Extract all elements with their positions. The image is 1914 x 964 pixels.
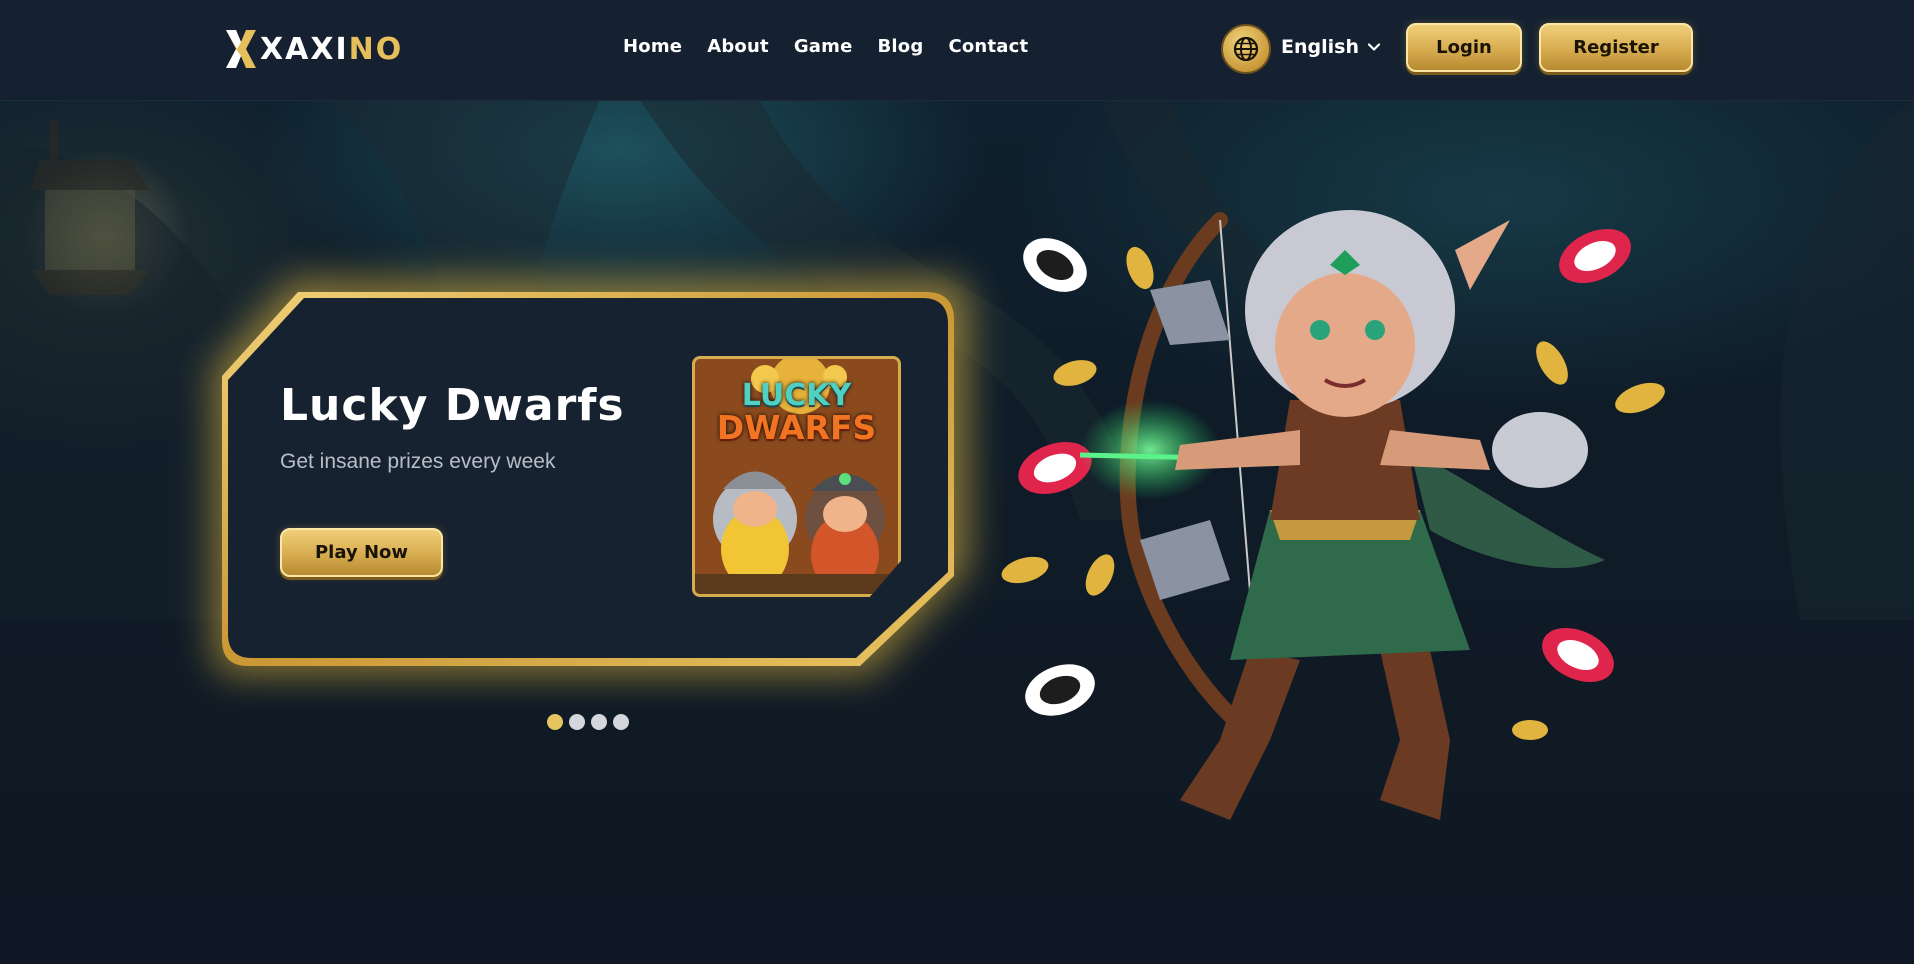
globe-icon-glyph [1233,36,1259,62]
promo-subtitle: Get insane prizes every week [280,450,556,473]
play-now-button[interactable]: Play Now [280,528,443,577]
nav-game[interactable]: Game [794,36,853,57]
carousel-dot-2[interactable] [569,714,585,730]
nav-about[interactable]: About [707,36,769,57]
brand-logo[interactable]: XAXINO [224,26,403,72]
nav-contact[interactable]: Contact [948,36,1028,57]
elf-archer-illustration [1001,210,1665,820]
register-button[interactable]: Register [1539,23,1693,72]
logo-text-gold: NO [348,31,404,67]
chevron-down-icon [1367,43,1381,51]
carousel-dot-1[interactable] [547,714,563,730]
nav-blog[interactable]: Blog [878,36,924,57]
logo-text: XAXINO [260,32,403,67]
logo-text-white: XAXI [260,31,349,67]
main-nav: Home About Game Blog Contact [623,36,1053,57]
login-button[interactable]: Login [1406,23,1522,72]
carousel-dot-3[interactable] [591,714,607,730]
carousel-dots [547,714,629,730]
thumbnail-logo-line2: DWARFS [716,408,877,447]
nav-home[interactable]: Home [623,36,682,57]
logo-x-icon [226,30,256,68]
language-label: English [1281,36,1359,58]
thumbnail-logo: LUCKY DWARFS [709,378,884,447]
promo-title: Lucky Dwarfs [280,380,625,431]
game-thumbnail-lucky-dwarfs[interactable]: LUCKY DWARFS [692,356,901,597]
top-header: XAXINO Home About Game Blog Contact Engl… [0,0,1914,101]
globe-icon[interactable] [1221,24,1271,74]
language-selector[interactable]: English [1281,36,1381,58]
thumbnail-logo-line1: LUCKY [741,378,852,413]
carousel-dot-4[interactable] [613,714,629,730]
